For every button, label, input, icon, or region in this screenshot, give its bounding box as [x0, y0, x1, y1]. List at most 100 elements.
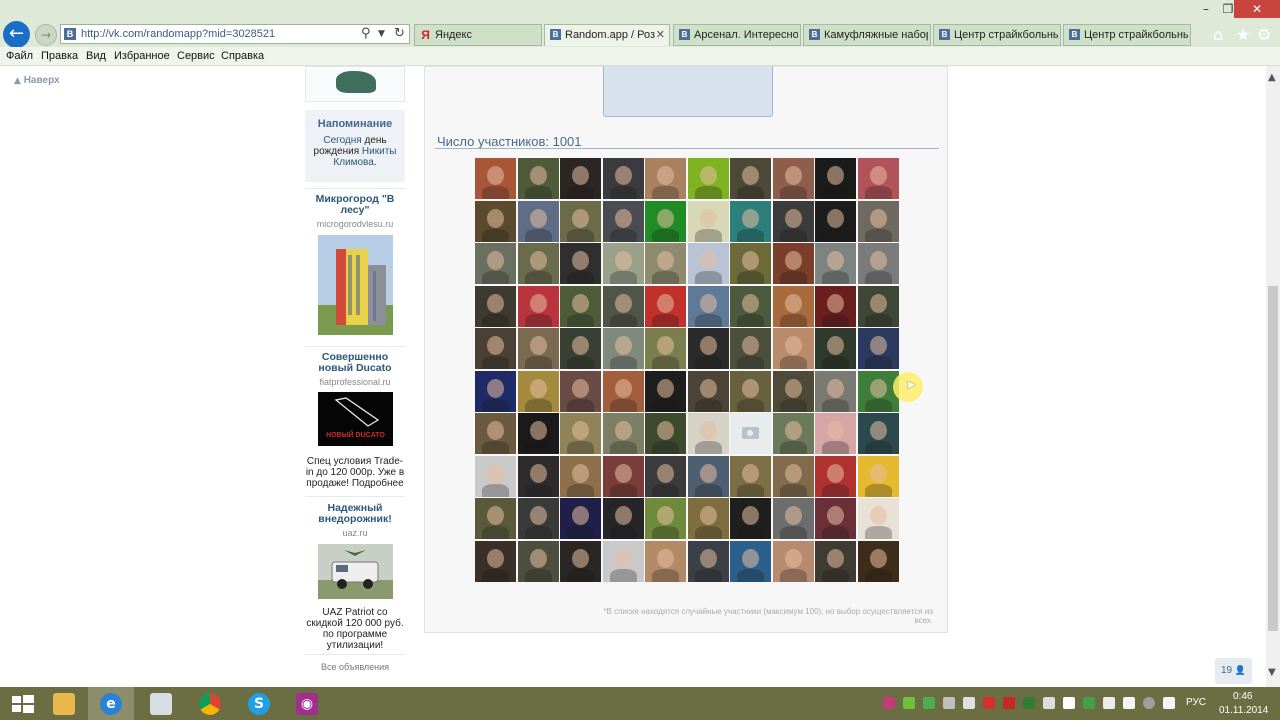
participant-avatar[interactable] [815, 158, 856, 199]
back-button[interactable]: ← [3, 21, 30, 48]
language-indicator[interactable]: РУС [1186, 697, 1206, 708]
scroll-down-arrow-icon[interactable]: ▼ [1268, 667, 1276, 678]
participant-avatar[interactable] [688, 371, 729, 412]
tab-airsoft-2[interactable]: В Центр страйкбольны... [1063, 24, 1191, 46]
participant-avatar[interactable] [730, 413, 771, 454]
taskbar-calculator[interactable] [138, 687, 184, 720]
participant-avatar[interactable] [475, 201, 516, 242]
participant-avatar[interactable] [815, 498, 856, 539]
participant-avatar[interactable] [773, 201, 814, 242]
page-scrollbar[interactable]: ▲ ▼ [1266, 66, 1280, 687]
participant-avatar[interactable] [688, 286, 729, 327]
participant-avatar[interactable] [603, 413, 644, 454]
tray-device-icon[interactable] [1103, 697, 1115, 709]
participant-avatar[interactable] [858, 158, 899, 199]
clock-date[interactable]: 01.11.2014 [1219, 705, 1268, 716]
ad-ducato-text[interactable]: Спец условия Trade-in до 120 000р. Уже в… [305, 456, 405, 489]
participant-avatar[interactable] [858, 541, 899, 582]
ad-image-uaz[interactable] [318, 544, 393, 599]
participant-avatar[interactable] [773, 541, 814, 582]
taskbar-chrome[interactable] [187, 687, 233, 720]
participant-avatar[interactable] [815, 456, 856, 497]
scroll-to-top-link[interactable]: ▲ Наверх [14, 75, 60, 86]
participant-avatar[interactable] [560, 456, 601, 497]
gear-icon[interactable]: ⚙ [1257, 25, 1271, 44]
participant-avatar[interactable] [815, 286, 856, 327]
participant-avatar[interactable] [858, 456, 899, 497]
participant-avatar[interactable] [560, 328, 601, 369]
participant-avatar[interactable] [518, 286, 559, 327]
ad-uaz[interactable]: Надежный внедорожник! uaz.ru [305, 503, 405, 539]
participant-avatar[interactable] [688, 456, 729, 497]
close-tab-icon[interactable]: ✕ [656, 28, 665, 41]
all-ads-link[interactable]: Все объявления [305, 662, 405, 672]
start-button[interactable] [0, 687, 46, 720]
participant-avatar[interactable] [688, 243, 729, 284]
participant-avatar[interactable] [688, 328, 729, 369]
ad-ducato[interactable]: Совершенно новый Ducato fiatprofessional… [305, 352, 405, 388]
participant-avatar[interactable] [475, 541, 516, 582]
participant-avatar[interactable] [518, 158, 559, 199]
participant-avatar[interactable] [815, 413, 856, 454]
participant-avatar[interactable] [645, 498, 686, 539]
participant-avatar[interactable] [645, 371, 686, 412]
ad-image-building[interactable] [318, 235, 393, 335]
participant-avatar[interactable] [603, 456, 644, 497]
participant-avatar[interactable] [475, 498, 516, 539]
menu-tools[interactable]: Сервис [177, 50, 215, 62]
tray-keyboard-icon[interactable] [1043, 697, 1055, 709]
tray-app-icon[interactable] [883, 697, 895, 709]
participant-avatar[interactable] [730, 286, 771, 327]
home-icon[interactable]: ⌂ [1213, 25, 1223, 44]
taskbar-screen-recorder[interactable]: ◉ [284, 687, 330, 720]
participant-avatar[interactable] [815, 541, 856, 582]
participant-avatar[interactable] [603, 371, 644, 412]
tray-acrobat-icon[interactable] [983, 697, 995, 709]
participant-avatar[interactable] [603, 541, 644, 582]
participant-avatar[interactable] [475, 371, 516, 412]
tab-camo[interactable]: В Камуфляжные набор... [803, 24, 931, 46]
flag-icon[interactable] [1063, 697, 1075, 709]
participant-avatar[interactable] [773, 413, 814, 454]
participant-avatar[interactable] [560, 541, 601, 582]
participant-avatar[interactable] [730, 201, 771, 242]
participant-avatar[interactable] [688, 413, 729, 454]
participant-avatar[interactable] [645, 243, 686, 284]
participant-avatar[interactable] [730, 158, 771, 199]
menu-file[interactable]: Файл [6, 50, 33, 62]
search-icon[interactable]: ⚲ [361, 26, 371, 41]
menu-help[interactable]: Справка [221, 50, 264, 62]
participant-avatar[interactable] [730, 371, 771, 412]
tray-nvidia-icon[interactable] [1023, 697, 1035, 709]
clock-time[interactable]: 0:46 [1233, 691, 1252, 702]
refresh-icon[interactable]: ↻ [394, 26, 405, 41]
tab-airsoft-1[interactable]: В Центр страйкбольны... [933, 24, 1061, 46]
participant-avatar[interactable] [858, 328, 899, 369]
participant-avatar[interactable] [773, 243, 814, 284]
taskbar-skype[interactable]: S [236, 687, 282, 720]
participant-avatar[interactable] [475, 456, 516, 497]
participant-avatar[interactable] [518, 498, 559, 539]
participant-avatar[interactable] [773, 158, 814, 199]
participant-avatar[interactable] [858, 201, 899, 242]
tray-network-app-icon[interactable] [1083, 697, 1095, 709]
address-bar[interactable]: В http://vk.com/randomapp?mid=3028521 ⚲ … [60, 24, 410, 44]
participant-avatar[interactable] [773, 456, 814, 497]
scrollbar-thumb[interactable] [1268, 286, 1278, 631]
participant-avatar[interactable] [603, 498, 644, 539]
participant-avatar[interactable] [518, 243, 559, 284]
participant-avatar[interactable] [773, 328, 814, 369]
participant-avatar[interactable] [603, 201, 644, 242]
taskbar-internet-explorer[interactable]: e [88, 687, 134, 720]
menu-favorites[interactable]: Избранное [114, 50, 170, 62]
participant-avatar[interactable] [518, 201, 559, 242]
participant-avatar[interactable] [645, 158, 686, 199]
participant-avatar[interactable] [475, 286, 516, 327]
participant-avatar[interactable] [475, 158, 516, 199]
participant-avatar[interactable] [858, 498, 899, 539]
participant-avatar[interactable] [815, 201, 856, 242]
participant-avatar[interactable] [603, 158, 644, 199]
participant-avatar[interactable] [730, 541, 771, 582]
dropdown-icon[interactable]: ▼ [378, 29, 385, 39]
ad-image-top[interactable] [305, 66, 405, 102]
